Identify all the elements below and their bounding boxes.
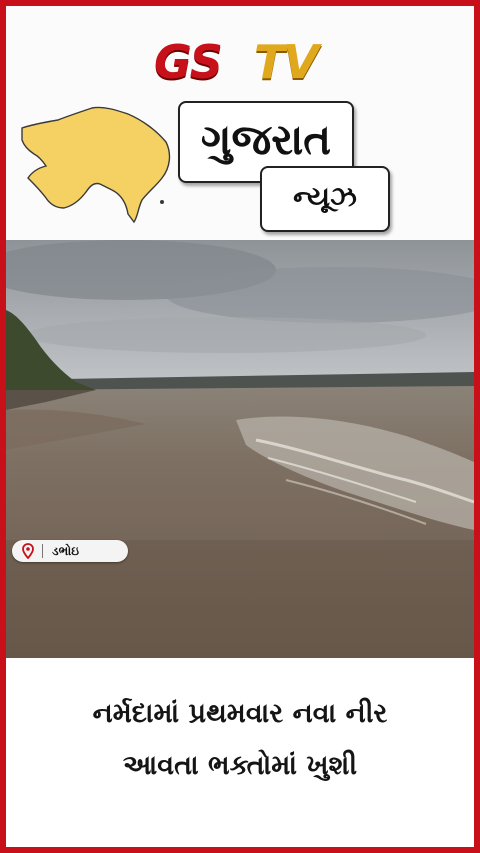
caption-line-2: આવતા ભક્તોમાં ખુશી [122,750,358,781]
location-pin-icon [22,543,34,559]
red-frame: GS TV ગુજરાત ન્યૂઝ ડભોઇ નર્મદામાં પ્રથમવ… [0,0,480,853]
header: GS TV ગુજરાત ન્યૂઝ [6,6,474,240]
caption-area: નર્મદામાં પ્રથમવાર નવા નીર આવતા ભક્તોમાં… [6,658,474,847]
gujarat-map-icon [21,106,171,224]
subtitle-badge: ન્યૂઝ [260,166,390,232]
post-card: GS TV ગુજરાત ન્યૂઝ ડભોઇ નર્મદામાં પ્રથમવ… [6,6,474,847]
caption-line-1: નર્મદામાં પ્રથમવાર નવા નીર [92,698,388,729]
gstv-logo: GS TV [154,38,326,86]
location-tag: ડભોઇ [12,540,128,562]
news-photo [6,240,474,658]
location-label: ડભોઇ [52,544,79,558]
logo-gs-text: GS [154,35,223,89]
river-scene [6,240,474,658]
logo-tv-text: TV [254,35,319,89]
location-divider [42,544,43,558]
